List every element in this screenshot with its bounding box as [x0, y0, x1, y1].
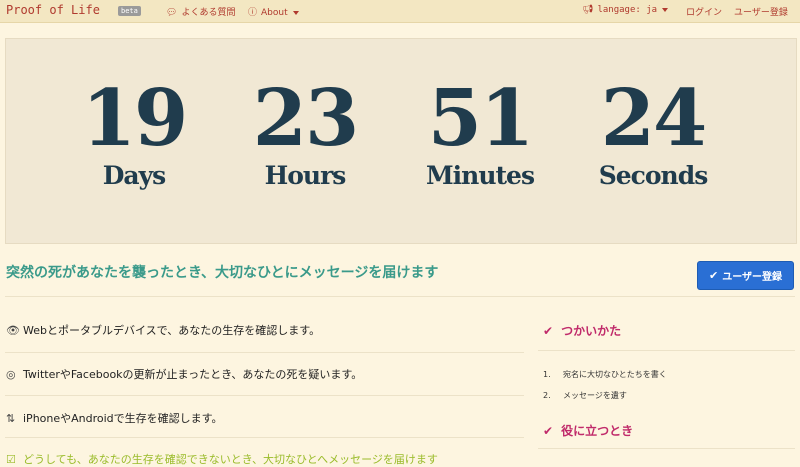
countdown-minutes: 51 Minutes [405, 79, 555, 191]
countdown-seconds: 24 Seconds [578, 79, 728, 191]
signup-button[interactable]: ✔ ユーザー登録 [697, 261, 794, 290]
nav-language-dropdown[interactable]: 📢︎ langage: ja [582, 5, 669, 15]
check-icon: ✔ [543, 324, 554, 338]
countdown-label: Seconds [598, 161, 709, 190]
countdown-value: 24 [600, 73, 708, 164]
check-icon: ✔ [543, 424, 554, 438]
divider [538, 350, 795, 351]
step-number: 2. [543, 391, 551, 400]
divider [5, 296, 795, 297]
divider [5, 395, 524, 396]
nav-signup-link[interactable]: ユーザー登録 [734, 5, 788, 18]
step-number: 1. [543, 370, 551, 379]
feature-text: Webとポータブルデバイスで、あなたの生存を確認します。 [23, 324, 321, 337]
feature-item: ⇅ iPhoneやAndroidで生存を確認します。 [6, 410, 223, 426]
nav-login-link[interactable]: ログイン [686, 5, 722, 18]
countdown-value: 23 [252, 73, 360, 164]
divider [5, 437, 524, 438]
howto-steps-list: 1. 宛名に大切なひとたちを書く 2. メッセージを遺す [543, 369, 667, 411]
divider [538, 448, 795, 449]
chevron-down-icon [662, 7, 669, 12]
countdown-hours: 23 Hours [230, 79, 380, 191]
step-text: メッセージを遺す [563, 391, 627, 400]
comments-icon: 💬︎ [166, 8, 178, 18]
bullhorn-icon: 📢︎ [582, 5, 594, 15]
check-icon: ✔ [708, 269, 719, 282]
info-circle-icon: ⓘ [248, 8, 258, 18]
signup-button-label: ユーザー登録 [722, 272, 783, 283]
retweet-icon: ⇅ [6, 412, 16, 425]
lead-heading: 突然の死があなたを襲ったとき、大切なひとにメッセージを届けます [6, 265, 439, 281]
check-square-icon: ☑ [6, 453, 16, 466]
sidebar-howto-label: つかいかた [561, 324, 622, 338]
top-navbar: Proof of Life beta 💬︎ よくある質問 ⓘ About 📢︎ lan… [0, 0, 800, 23]
nav-about-label: About [261, 8, 288, 18]
nav-about-dropdown[interactable]: ⓘ About [248, 5, 299, 18]
feature-text: TwitterやFacebookの更新が止まったとき、あなたの死を疑います。 [23, 368, 363, 381]
nav-faq-link[interactable]: 💬︎ よくある質問 [166, 5, 235, 18]
countdown-label: Hours [264, 161, 347, 190]
feature-item: ◎ TwitterやFacebookの更新が止まったとき、あなたの死を疑います。 [6, 366, 362, 382]
eye-icon: 👁︎ [6, 324, 20, 337]
countdown-label: Days [102, 161, 166, 190]
sidebar-useful-title: ✔ 役に立つとき [543, 422, 633, 439]
feature-text: どうしても、あなたの生存を確認できないとき、大切なひとへメッセージを届けます [23, 453, 438, 466]
feature-item: ☑ どうしても、あなたの生存を確認できないとき、大切なひとへメッセージを届けます [6, 451, 438, 467]
countdown-label: Minutes [425, 161, 535, 190]
chevron-down-icon [292, 10, 299, 15]
beta-badge: beta [118, 6, 141, 16]
eye-slash-icon: ◎ [6, 368, 16, 381]
brand-logo[interactable]: Proof of Life [6, 3, 100, 17]
countdown-days: 19 Days [59, 79, 209, 191]
divider [5, 352, 524, 353]
list-item: 2. メッセージを遺す [543, 390, 667, 411]
feature-text: iPhoneやAndroidで生存を確認します。 [23, 412, 223, 425]
sidebar-useful-label: 役に立つとき [561, 424, 634, 438]
nav-faq-label: よくある質問 [181, 8, 236, 18]
countdown-panel: 19 Days 23 Hours 51 Minutes 24 Seconds [5, 38, 797, 244]
feature-item: 👁︎ Webとポータブルデバイスで、あなたの生存を確認します。 [6, 322, 320, 338]
list-item: 1. 宛名に大切なひとたちを書く [543, 369, 667, 390]
step-text: 宛名に大切なひとたちを書く [563, 370, 667, 379]
countdown-value: 51 [427, 73, 535, 164]
nav-language-label: langage: ja [597, 5, 658, 15]
countdown-value: 19 [81, 73, 189, 164]
sidebar-howto-title: ✔ つかいかた [543, 322, 621, 339]
